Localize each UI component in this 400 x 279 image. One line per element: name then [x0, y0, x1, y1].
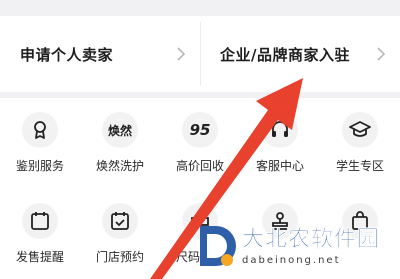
recycle-95-text: 95: [189, 121, 211, 139]
calendar-check-icon: [102, 203, 138, 239]
service-label: 客服中心: [255, 159, 304, 173]
service-customer-center[interactable]: 客服中心: [240, 112, 320, 174]
service-label: 高价回收: [175, 159, 224, 173]
watermark-logo: 大北农软件园 dabeinong.net: [196, 217, 396, 275]
service-label: 鉴别服务: [15, 159, 64, 173]
watermark-title: 大北农软件园: [242, 226, 381, 252]
enterprise-brand-join-entry[interactable]: 企业/品牌商家入驻: [200, 16, 400, 92]
service-huanran-care[interactable]: 焕然 焕然洗护: [80, 112, 160, 174]
certificate-icon: [22, 112, 58, 148]
service-row: 鉴别服务 焕然 焕然洗护 95 高价回收 客服中心 学生专区: [0, 112, 400, 174]
service-label: 门店预约: [95, 250, 144, 264]
service-authentication[interactable]: 鉴别服务: [0, 112, 80, 174]
service-label: 发售提醒: [15, 250, 64, 264]
apply-personal-seller-label: 申请个人卖家: [20, 45, 114, 64]
recycle-95-icon: 95: [182, 112, 218, 148]
service-label: 焕然洗护: [95, 159, 144, 173]
chevron-right-icon: [176, 47, 186, 61]
service-store-booking[interactable]: 门店预约: [80, 203, 160, 265]
huanran-logo-text: 焕然: [107, 123, 132, 138]
seller-entry-card: 申请个人卖家 企业/品牌商家入驻: [0, 16, 400, 92]
graduation-cap-icon: [342, 112, 378, 148]
huanran-logo-icon: 焕然: [102, 112, 138, 148]
enterprise-brand-join-label: 企业/品牌商家入驻: [220, 45, 350, 64]
service-student-zone[interactable]: 学生专区: [320, 112, 400, 174]
calendar-10-icon: [22, 203, 58, 239]
service-label: 学生专区: [335, 159, 384, 173]
service-recycle[interactable]: 95 高价回收: [160, 112, 240, 174]
seller-service-page: 申请个人卖家 企业/品牌商家入驻 鉴别服务 焕然 焕然洗护 95 高价回收 客服…: [0, 0, 400, 279]
service-release-reminder[interactable]: 发售提醒: [0, 203, 80, 265]
watermark-url: dabeinong.net: [242, 254, 341, 266]
headset-icon: [262, 112, 298, 148]
dabeinong-logo-icon: [200, 226, 236, 266]
chevron-right-icon: [376, 47, 386, 61]
watermark-text: 大北农软件园 dabeinong.net: [242, 226, 381, 266]
apply-personal-seller-entry[interactable]: 申请个人卖家: [0, 16, 200, 92]
